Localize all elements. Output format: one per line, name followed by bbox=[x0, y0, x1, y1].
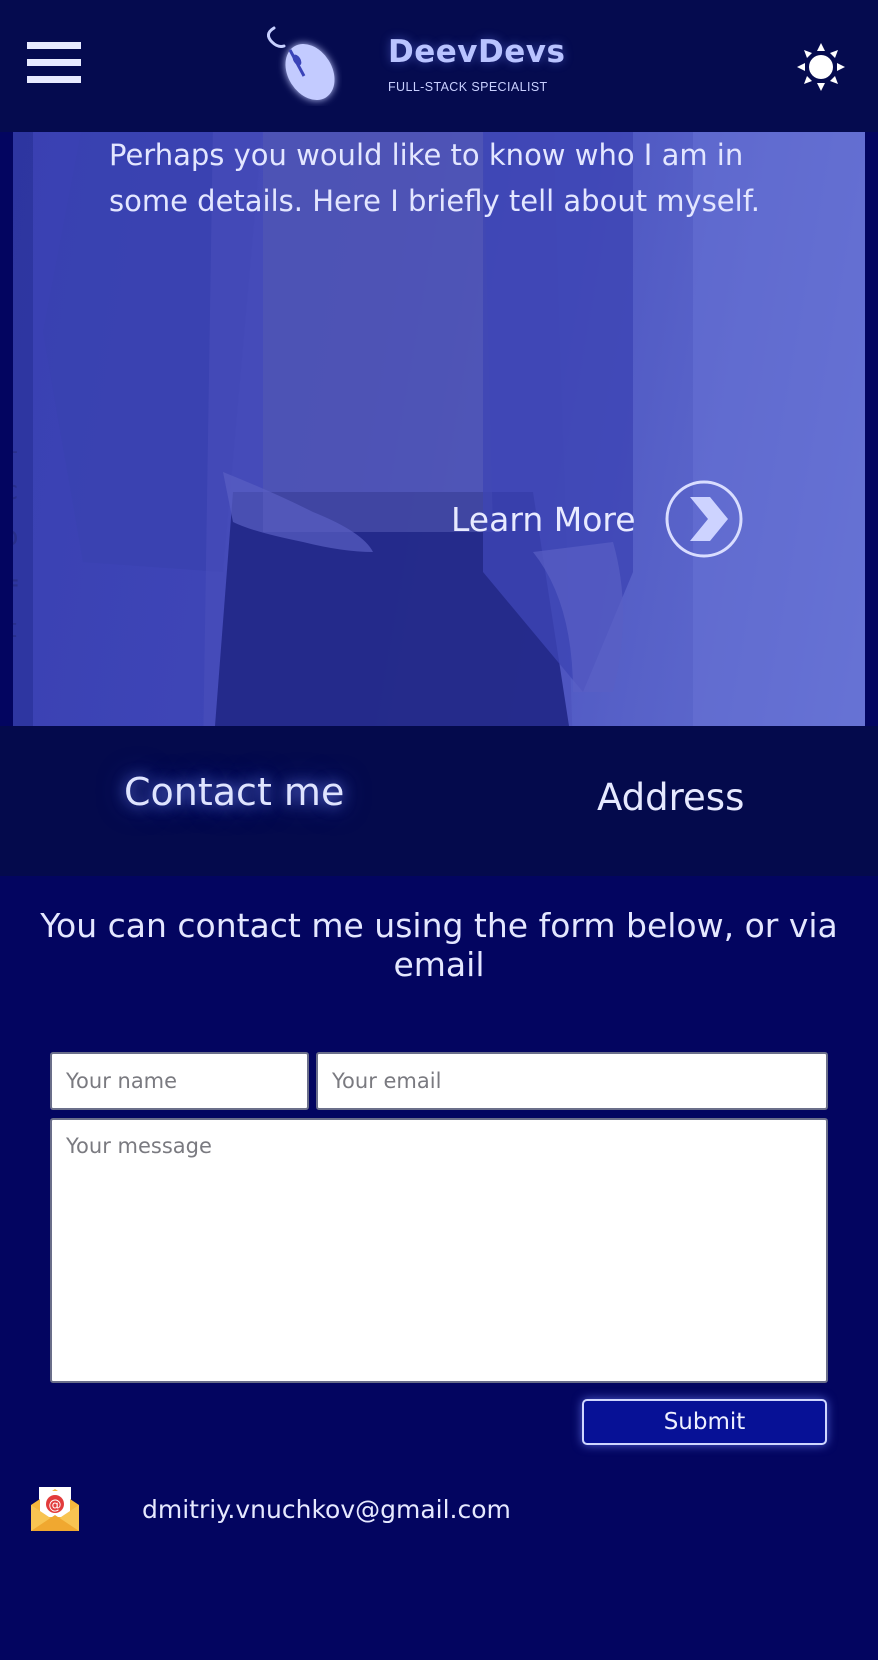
email-field[interactable] bbox=[316, 1052, 828, 1110]
learn-more-link[interactable]: Learn More bbox=[451, 478, 744, 560]
chevron-right-circle-icon[interactable] bbox=[664, 479, 744, 559]
message-field[interactable] bbox=[50, 1118, 828, 1383]
contact-heading: You can contact me using the form below,… bbox=[40, 906, 838, 984]
header: DeevDevs FULL-STACK SPECIALIST bbox=[0, 0, 878, 132]
brand-name[interactable]: DeevDevs bbox=[388, 34, 565, 70]
svg-text:@: @ bbox=[49, 1498, 62, 1513]
sun-icon[interactable] bbox=[796, 42, 846, 92]
background-code-left: ico=t bbox=[13, 422, 19, 652]
envelope-icon: @ bbox=[31, 1487, 79, 1531]
tab-contact-me[interactable]: Contact me bbox=[124, 770, 344, 814]
name-field[interactable] bbox=[50, 1052, 309, 1110]
submit-button[interactable]: Submit bbox=[582, 1399, 827, 1445]
tab-address[interactable]: Address bbox=[597, 776, 744, 819]
hamburger-menu-icon[interactable] bbox=[27, 42, 81, 84]
computer-mouse-icon[interactable] bbox=[264, 24, 342, 106]
hero-intro-text: Perhaps you would like to know who I am … bbox=[109, 138, 761, 218]
brand-tagline: FULL-STACK SPECIALIST bbox=[388, 80, 548, 94]
email-address-link[interactable]: dmitriy.vnuchkov@gmail.com bbox=[142, 1495, 511, 1524]
page: DeevDevs FULL-STACK SPECIALIST Perhaps y… bbox=[0, 0, 878, 1660]
contact-tabs: Contact me Address bbox=[0, 726, 878, 876]
email-contact-row: @ dmitriy.vnuchkov@gmail.com bbox=[30, 1484, 511, 1534]
hero-banner: ico=t Perhaps you would like to know who… bbox=[13, 132, 865, 726]
learn-more-label: Learn More bbox=[451, 499, 636, 539]
